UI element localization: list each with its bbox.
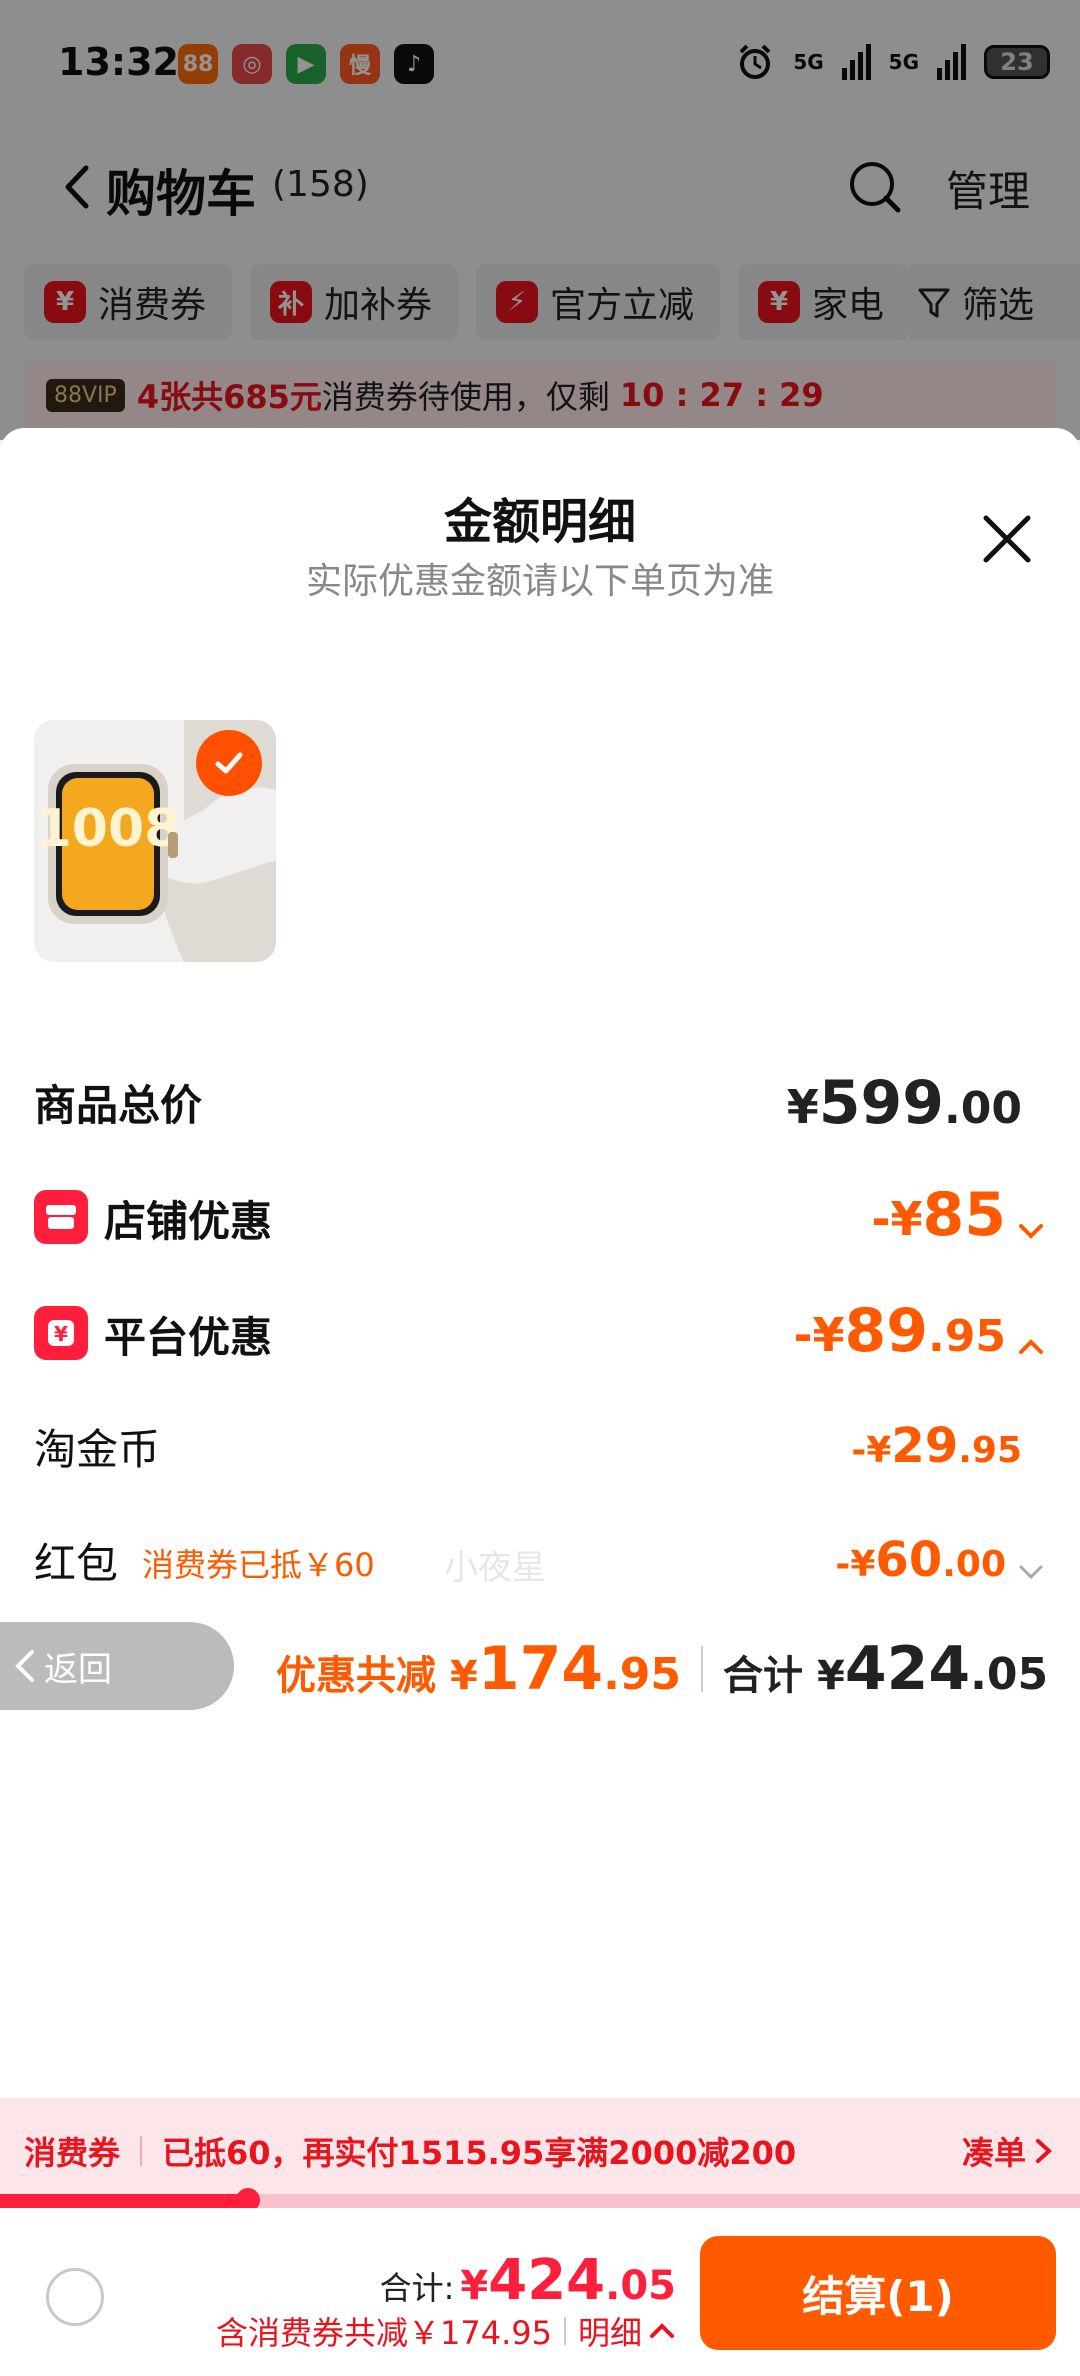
chevron-left-icon bbox=[15, 1650, 34, 1682]
saved-int: 174 bbox=[477, 1634, 604, 1704]
sum-total-int: 424 bbox=[844, 1634, 971, 1704]
svg-text:¥: ¥ bbox=[54, 1322, 68, 1346]
return-label: 返回 bbox=[44, 1649, 112, 1690]
checkout-total-label: 合计: bbox=[379, 2269, 455, 2307]
checkout-total: 合计: ¥ 424 .05 bbox=[380, 2248, 676, 2313]
checkout-divider bbox=[563, 2317, 566, 2345]
chevron-right-icon bbox=[1036, 2139, 1052, 2163]
redpacket-label: 红包 bbox=[34, 1539, 119, 1588]
coupon-progress bbox=[0, 2188, 1080, 2212]
watch-face-digits: 1008 bbox=[36, 799, 181, 859]
platform-icon: ¥ bbox=[34, 1306, 88, 1360]
chevron-up-icon bbox=[650, 2323, 674, 2338]
taojinbi-label: 淘金币 bbox=[34, 1425, 161, 1474]
total-dec: .00 bbox=[944, 1083, 1022, 1134]
shop-discount-amount: -¥85 bbox=[871, 1180, 1046, 1250]
modal-overlay[interactable] bbox=[0, 0, 1080, 440]
add-items-label: 凑单 bbox=[961, 2134, 1026, 2172]
coupon-divider bbox=[140, 2136, 143, 2166]
saved-label: 优惠共减 bbox=[276, 1653, 436, 1699]
checkout-discount-text: 含消费券共减￥174.95 bbox=[216, 2314, 552, 2352]
sum-total-yen: ¥ bbox=[817, 1653, 845, 1699]
amount-detail-sheet: 金额明细 实际优惠金额请以下单页为准 1008 小夜星 商品总价 ¥599.00… bbox=[0, 428, 1080, 2376]
coin-int: 29 bbox=[891, 1418, 959, 1474]
saved-yen: ¥ bbox=[450, 1653, 478, 1699]
checkout-discount: 含消费券共减￥174.95 明细 bbox=[216, 2308, 676, 2354]
redpacket-note: 消费券已抵￥60 bbox=[142, 1546, 375, 1584]
checkout-button[interactable]: 结算(1) bbox=[700, 2236, 1056, 2350]
row-redpacket[interactable]: 红包 消费券已抵￥60 -¥60.00 bbox=[34, 1528, 1046, 1598]
shop-int: 85 bbox=[922, 1180, 1007, 1250]
shop-prefix: -¥ bbox=[871, 1192, 923, 1246]
checkout-total-yen: ¥ bbox=[460, 2263, 489, 2309]
total-int: 599 bbox=[818, 1068, 945, 1138]
platform-discount-label: 平台优惠 bbox=[104, 1313, 273, 1362]
redpacket-amount: -¥60.00 bbox=[835, 1532, 1046, 1588]
detail-toggle[interactable]: 明细 bbox=[578, 2308, 676, 2354]
coupon-message: 已抵60，再实付1515.95享满2000减200 bbox=[162, 2134, 797, 2172]
summary-divider bbox=[701, 1646, 704, 1692]
coin-dec: .95 bbox=[958, 1430, 1022, 1471]
detail-label: 明细 bbox=[577, 2314, 642, 2352]
chevron-up-icon bbox=[1019, 1338, 1043, 1354]
chevron-down-icon bbox=[1019, 1565, 1043, 1579]
platform-prefix: -¥ bbox=[793, 1308, 845, 1362]
total-yen: ¥ bbox=[786, 1080, 819, 1134]
row-shop-discount[interactable]: 店铺优惠 -¥85 bbox=[34, 1180, 1046, 1260]
sheet-title: 金额明细 bbox=[443, 494, 636, 550]
redpack-dec: .00 bbox=[942, 1544, 1006, 1585]
redpack-int: 60 bbox=[875, 1532, 943, 1588]
select-all-checkbox[interactable] bbox=[46, 2268, 104, 2326]
coin-prefix: -¥ bbox=[851, 1430, 892, 1471]
checkout-total-int: 424 bbox=[488, 2248, 606, 2313]
redpack-prefix: -¥ bbox=[835, 1544, 876, 1585]
sum-total-dec: .05 bbox=[970, 1649, 1049, 1700]
platform-dec: .95 bbox=[928, 1311, 1006, 1362]
close-icon[interactable] bbox=[980, 512, 1034, 566]
coupon-progress-bar[interactable]: 消费券 已抵60，再实付1515.95享满2000减200 凑单 bbox=[0, 2098, 1080, 2204]
platform-int: 89 bbox=[844, 1296, 929, 1366]
checkout-total-dec: .05 bbox=[605, 2263, 676, 2309]
platform-discount-amount: -¥89.95 bbox=[793, 1296, 1046, 1366]
row-total-price: 商品总价 ¥599.00 bbox=[34, 1068, 1046, 1148]
checkout-bar: 合计: ¥ 424 .05 含消费券共减￥174.95 明细 结算(1) bbox=[0, 2208, 1080, 2376]
total-price-amount: ¥599.00 bbox=[787, 1068, 1022, 1138]
coupon-label: 消费券 bbox=[24, 2134, 121, 2172]
row-platform-discount[interactable]: ¥ 平台优惠 -¥89.95 bbox=[34, 1296, 1046, 1376]
sheet-subtitle: 实际优惠金额请以下单页为准 bbox=[305, 561, 774, 602]
sum-total-label: 合计 bbox=[723, 1653, 804, 1699]
row-taojinbi: 淘金币 -¥29.95 bbox=[34, 1414, 1046, 1484]
total-price-label: 商品总价 bbox=[34, 1081, 203, 1130]
selected-check-icon[interactable] bbox=[196, 730, 262, 796]
chevron-down-icon bbox=[1019, 1223, 1043, 1239]
taojinbi-amount: -¥29.95 bbox=[851, 1418, 1022, 1474]
return-button[interactable]: 返回 bbox=[0, 1622, 234, 1710]
saved-dec: .95 bbox=[603, 1649, 682, 1700]
coupon-progress-fill bbox=[0, 2194, 249, 2208]
shop-icon bbox=[34, 1190, 88, 1244]
add-items-link[interactable]: 凑单 bbox=[962, 2128, 1056, 2174]
discount-summary: 优惠共减 ¥ 174 .95 合计 ¥ 424 .05 bbox=[276, 1634, 1048, 1704]
shop-discount-label: 店铺优惠 bbox=[104, 1197, 273, 1246]
